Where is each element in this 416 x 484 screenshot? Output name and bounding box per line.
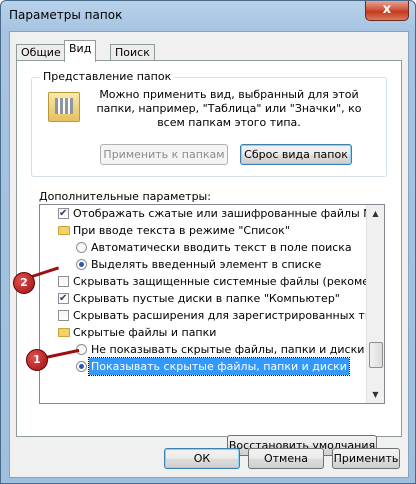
checkbox[interactable] <box>58 310 69 321</box>
folder-icon <box>58 226 70 235</box>
checkbox[interactable] <box>58 290 69 307</box>
ok-button[interactable]: ОК <box>164 448 240 469</box>
tree-item-label: Скрытые файлы и папки <box>73 326 217 339</box>
group-title: Представление папок <box>40 70 175 83</box>
tree-item-label: Не показывать скрытые файлы, папки и дис… <box>91 343 365 356</box>
view-tab-page: Представление папок Можно применить вид,… <box>16 60 402 456</box>
vertical-scrollbar[interactable]: ▲ ▼ <box>366 205 384 403</box>
folder-icon <box>58 328 70 337</box>
window-title: Параметры папок <box>9 8 123 22</box>
annotation-marker-1: 1 <box>26 349 48 371</box>
radio[interactable] <box>76 361 87 372</box>
advanced-settings-tree[interactable]: Отображать сжатые или зашифрованные файл… <box>39 204 385 404</box>
radio[interactable] <box>76 259 87 270</box>
reset-folders-button[interactable]: Сброс вида папок <box>240 144 352 165</box>
tree-item-label: Скрывать расширения для зарегистрированн… <box>73 309 385 322</box>
folder-options-window: Параметры папок x Общие Вид Поиск Предст… <box>0 0 416 484</box>
tree-item-label: Выделять введенный элемент в списке <box>91 258 322 271</box>
cancel-button[interactable]: Отмена <box>248 448 324 469</box>
checkbox[interactable] <box>58 205 69 222</box>
radio[interactable] <box>76 242 87 253</box>
annotation-marker-2: 2 <box>13 272 35 294</box>
folder-view-icon <box>48 92 80 122</box>
scroll-down-icon[interactable]: ▼ <box>367 386 384 403</box>
tab-search[interactable]: Поиск <box>110 44 155 61</box>
tree-item-label: Скрывать пустые диски в папке "Компьютер… <box>73 292 340 305</box>
dialog-client: Общие Вид Поиск Представление папок Можн… <box>9 31 409 478</box>
tree-item-label: Автоматически вводить текст в поле поиск… <box>91 241 352 254</box>
tree-item-label-selected: Показывать скрытые файлы, папки и диски <box>88 357 350 376</box>
tab-general[interactable]: Общие <box>16 44 66 61</box>
scroll-thumb[interactable] <box>369 342 383 368</box>
apply-to-folders-button[interactable]: Применить к папкам <box>100 144 228 165</box>
advanced-settings-label: Дополнительные параметры: <box>39 190 211 203</box>
close-button[interactable]: x <box>365 1 409 21</box>
tab-view[interactable]: Вид <box>64 40 97 62</box>
tree-item-label: Отображать сжатые или зашифрованные файл… <box>73 207 385 220</box>
checkbox[interactable] <box>58 276 69 287</box>
tree-item-label: Скрывать защищенные системные файлы (рек… <box>73 275 377 288</box>
scroll-up-icon[interactable]: ▲ <box>367 205 384 222</box>
folder-view-description: Можно применить вид, выбранный для этой … <box>96 88 362 129</box>
tree-item-label: При вводе текста в режиме "Список" <box>73 224 290 237</box>
folder-view-group: Представление папок Можно применить вид,… <box>31 70 387 177</box>
apply-button[interactable]: Применить <box>332 448 400 469</box>
